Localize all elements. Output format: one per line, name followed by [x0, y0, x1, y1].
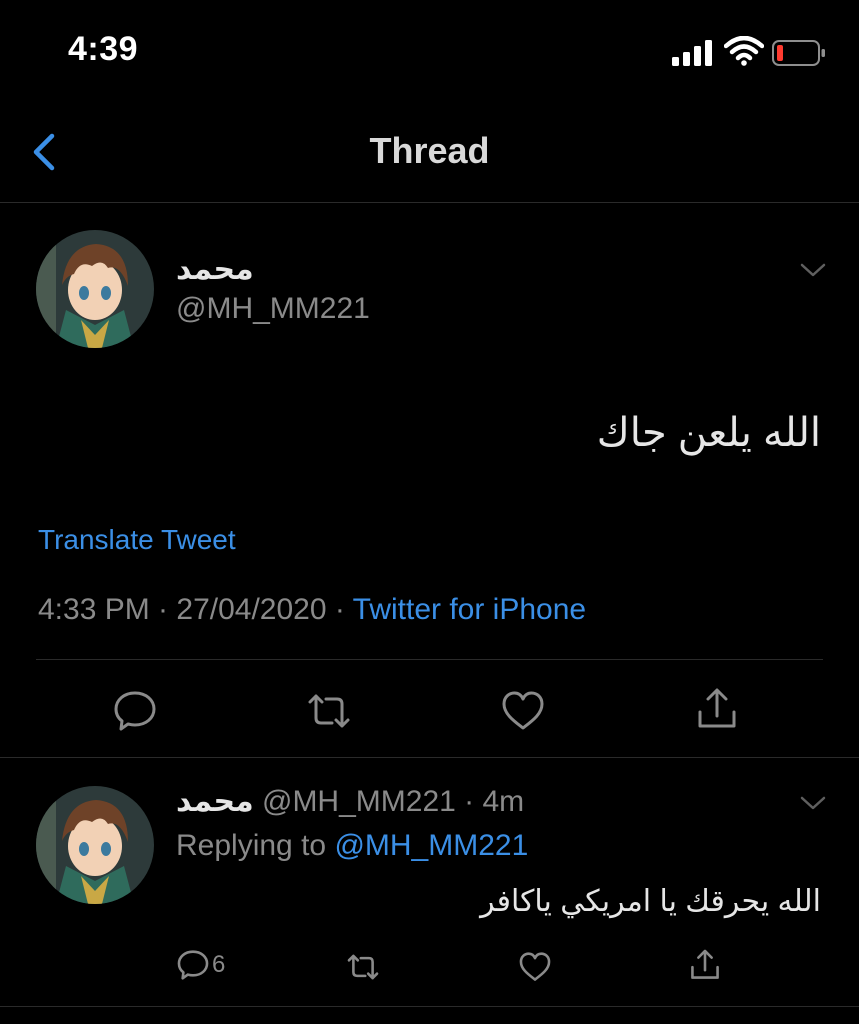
nav-divider [0, 202, 859, 203]
share-icon[interactable] [688, 948, 722, 982]
reply-author-name[interactable]: محمد [176, 784, 254, 819]
battery-icon [772, 40, 826, 66]
reply-handle-time[interactable]: @MH_MM221 · 4m [262, 785, 524, 818]
reply-reply-button[interactable]: 6 [176, 948, 225, 982]
share-icon[interactable] [694, 686, 740, 732]
signal-icon [672, 40, 714, 66]
author-name[interactable]: محمد [176, 252, 254, 287]
reply-count: 6 [212, 951, 226, 978]
retweet-icon[interactable] [346, 950, 380, 984]
reply-header: محمد @MH_MM221 · 4m [176, 784, 524, 819]
tweet-source-link[interactable]: Twitter for iPhone [353, 593, 586, 626]
status-time: 4:39 [68, 30, 139, 68]
author-handle[interactable]: @MH_MM221 [176, 292, 370, 326]
replying-to: Replying to @MH_MM221 [176, 829, 528, 863]
chevron-down-icon[interactable] [800, 262, 826, 278]
section-divider [0, 757, 859, 758]
avatar[interactable] [36, 230, 154, 348]
bottom-divider [0, 1006, 859, 1007]
reply-text: الله يحرقك يا امريكي ياكافر [480, 885, 821, 918]
reply-icon [176, 948, 210, 982]
tweet-text: الله يلعن جاك [596, 411, 821, 455]
replying-prefix: Replying to [176, 829, 335, 862]
tweet-meta: 4:33 PM · 27/04/2020 · Twitter for iPhon… [38, 593, 586, 627]
tweet-timestamp: 4:33 PM · 27/04/2020 · [38, 593, 353, 626]
translate-tweet-link[interactable]: Translate Tweet [38, 524, 236, 556]
like-icon[interactable] [500, 688, 546, 734]
like-icon[interactable] [518, 950, 552, 984]
chevron-down-icon[interactable] [800, 795, 826, 811]
page-title: Thread [369, 130, 490, 171]
wifi-icon [724, 36, 764, 66]
meta-divider [36, 659, 823, 660]
retweet-icon[interactable] [306, 688, 352, 734]
reply-avatar[interactable] [36, 786, 154, 904]
replying-handle-link[interactable]: @MH_MM221 [334, 829, 528, 862]
reply-icon[interactable] [112, 688, 158, 734]
